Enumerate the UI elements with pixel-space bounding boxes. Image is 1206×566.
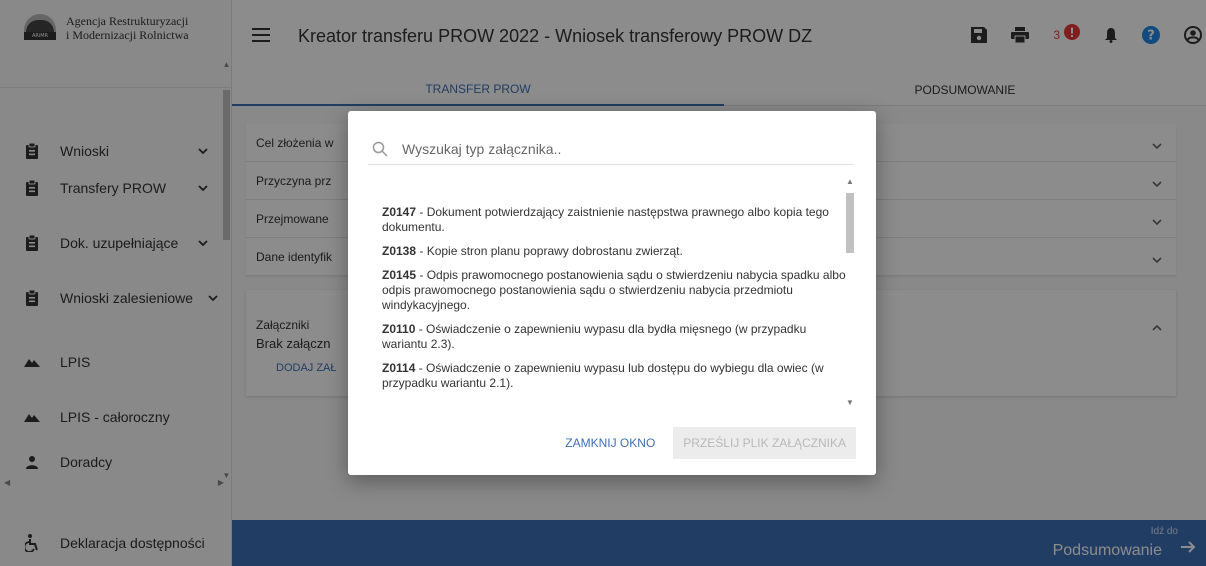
search-bar — [368, 133, 854, 165]
attachment-code: Z0145 — [382, 268, 417, 282]
list-item[interactable]: Z0145 - Odpis prawomocnego postanowienia… — [368, 268, 856, 313]
list-scrollbar[interactable]: ▲ ▼ — [844, 177, 856, 407]
attachment-code: Z0114 — [382, 361, 416, 375]
search-input[interactable] — [402, 140, 842, 157]
scroll-up-icon[interactable]: ▲ — [844, 177, 856, 186]
attachment-description: - Kopie stron planu poprawy dobrostanu z… — [416, 244, 683, 258]
attachment-description: - Oświadczenie o zapewnieniu wypasu lub … — [382, 361, 824, 390]
close-dialog-button[interactable]: ZAMKNIJ OKNO — [565, 436, 655, 450]
attachment-code: Z0147 — [382, 205, 417, 219]
attachment-code: Z0110 — [382, 322, 416, 336]
attachment-type-list: Z0147 - Dokument potwierdzający zaistnie… — [368, 173, 856, 407]
scroll-down-icon[interactable]: ▼ — [844, 398, 856, 407]
attachment-description: - Dokument potwierdzający zaistnienie na… — [382, 205, 829, 234]
list-item[interactable]: Z0138 - Kopie stron planu poprawy dobros… — [368, 244, 856, 259]
list-item[interactable]: Z0147 - Dokument potwierdzający zaistnie… — [368, 205, 856, 235]
upload-attachment-button[interactable]: PRZEŚLIJ PLIK ZAŁĄCZNIKA — [673, 427, 856, 459]
attachment-description: - Oświadczenie o zapewnieniu wypasu dla … — [382, 322, 807, 351]
list-item[interactable]: Z0114 - Oświadczenie o zapewnieniu wypas… — [368, 361, 856, 391]
attachment-type-dialog: Z0147 - Dokument potwierdzający zaistnie… — [348, 111, 876, 475]
attachment-description: - Odpis prawomocnego postanowienia sądu … — [382, 268, 846, 312]
dialog-actions: ZAMKNIJ OKNO PRZEŚLIJ PLIK ZAŁĄCZNIKA — [565, 427, 856, 459]
scrollbar-thumb[interactable] — [846, 193, 854, 253]
list-item[interactable]: Z0110 - Oświadczenie o zapewnieniu wypas… — [368, 322, 856, 352]
search-icon — [372, 141, 388, 157]
attachment-code: Z0138 — [382, 244, 417, 258]
